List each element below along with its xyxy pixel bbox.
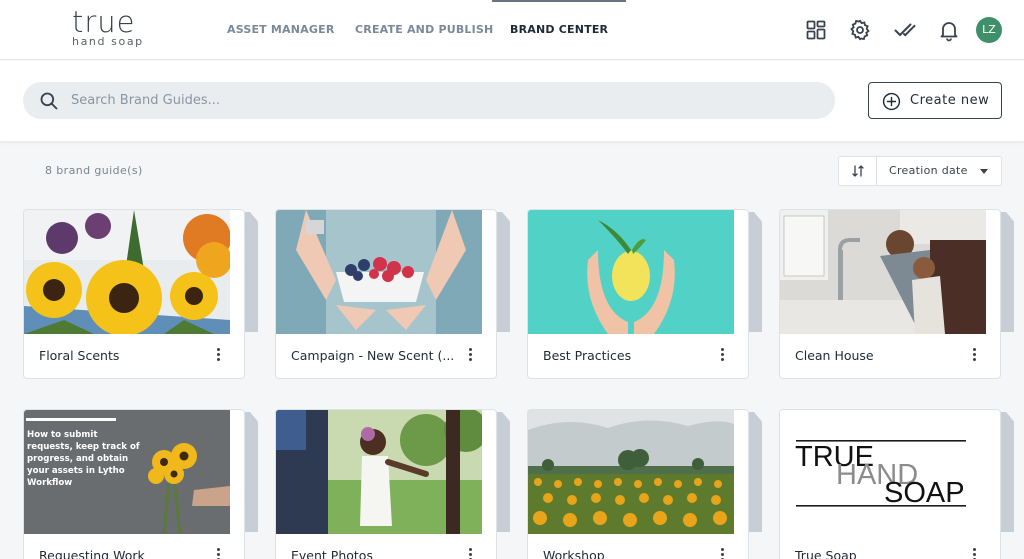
more-options-icon[interactable]: [466, 546, 474, 559]
cover-text-line: Workflow: [27, 478, 72, 488]
cover-text-line: How to submit: [27, 430, 97, 440]
workflow-cover-image: How to submit requests, keep track of pr…: [24, 410, 230, 534]
brand-guide-card[interactable]: Event Photos: [275, 409, 510, 559]
more-options-icon[interactable]: [718, 546, 726, 559]
more-options-icon[interactable]: [718, 346, 726, 366]
cover-text-line: requests, keep track of: [27, 442, 140, 452]
brand-guide-card[interactable]: Workshop: [527, 409, 762, 559]
card-title: Event Photos: [291, 548, 373, 559]
sort-field-select[interactable]: Creation date: [878, 157, 1002, 185]
sort-field-label: Creation date: [889, 164, 968, 177]
berries-bowl-image: [276, 210, 482, 334]
bell-icon[interactable]: [937, 18, 961, 42]
plus-circle-icon: [882, 92, 901, 111]
cover-text-line: your assets in Lytho: [27, 466, 125, 476]
caret-down-icon: [980, 169, 988, 174]
cover-text-line: progress, and obtain: [27, 454, 128, 464]
more-options-icon[interactable]: [970, 346, 978, 366]
more-options-icon[interactable]: [214, 546, 222, 559]
gear-icon[interactable]: [848, 18, 872, 42]
sort-controls: Creation date: [838, 156, 1002, 186]
card-thumbnail: [528, 210, 734, 334]
card-panel: Clean House: [779, 209, 1001, 379]
tab-asset-manager[interactable]: ASSET MANAGER: [227, 0, 335, 60]
card-thumbnail: [528, 410, 734, 534]
wordmark-image: TRUE HAND SOAP: [780, 410, 986, 534]
more-options-icon[interactable]: [466, 346, 474, 366]
card-title: Floral Scents: [39, 348, 120, 363]
lemon-in-hands-image: [528, 210, 734, 334]
double-check-icon[interactable]: [893, 18, 917, 42]
brand-guide-card[interactable]: Best Practices: [527, 209, 762, 379]
card-thumbnail: [276, 410, 482, 534]
create-new-label: Create new: [910, 93, 990, 108]
card-title: Campaign - New Scent (...: [291, 348, 455, 363]
top-navigation-bar: true hand soap ASSET MANAGER CREATE AND …: [0, 0, 1024, 60]
more-options-icon[interactable]: [214, 346, 222, 366]
logo-tagline: hand soap: [72, 35, 144, 48]
brand-logo[interactable]: true hand soap: [72, 6, 152, 48]
card-title: Requesting Work: [39, 548, 145, 559]
user-avatar[interactable]: LZ: [976, 17, 1002, 43]
card-panel: Workshop: [527, 409, 749, 559]
handwashing-kitchen-image: [780, 210, 986, 334]
card-panel: How to submit requests, keep track of pr…: [23, 409, 245, 559]
brand-guide-card[interactable]: Clean House: [779, 209, 1014, 379]
search-icon: [40, 92, 58, 110]
card-thumbnail: [780, 210, 986, 334]
logo-wordmark: true: [72, 5, 136, 39]
search-box[interactable]: [23, 82, 835, 119]
search-toolbar: Create new: [0, 61, 1024, 141]
card-panel: Event Photos: [275, 409, 497, 559]
sort-direction-button[interactable]: [839, 157, 877, 185]
card-panel: Best Practices: [527, 209, 749, 379]
sunflowers-bouquet-image: [24, 210, 230, 334]
card-panel: TRUE HAND SOAP True Soap: [779, 409, 1001, 559]
more-options-icon[interactable]: [970, 546, 978, 559]
card-thumbnail: [24, 210, 230, 334]
brand-guide-card[interactable]: Campaign - New Scent (...: [275, 209, 510, 379]
card-thumbnail: TRUE HAND SOAP: [780, 410, 986, 534]
search-input[interactable]: [71, 82, 811, 119]
sunflower-field-image: [528, 410, 734, 534]
wordmark-line-soap: SOAP: [884, 477, 965, 509]
create-new-button[interactable]: Create new: [868, 82, 1002, 119]
brand-guide-card[interactable]: Floral Scents: [23, 209, 258, 379]
card-title: Workshop: [543, 548, 605, 559]
card-thumbnail: How to submit requests, keep track of pr…: [24, 410, 230, 534]
card-thumbnail: [276, 210, 482, 334]
brand-guide-card[interactable]: TRUE HAND SOAP True Soap: [779, 409, 1014, 559]
tab-brand-center[interactable]: BRAND CENTER: [491, 0, 627, 60]
apps-grid-icon[interactable]: [804, 18, 828, 42]
guide-count: 8 brand guide(s): [45, 164, 143, 177]
brand-guide-card[interactable]: How to submit requests, keep track of pr…: [23, 409, 258, 559]
card-title: Clean House: [795, 348, 874, 363]
card-panel: Campaign - New Scent (...: [275, 209, 497, 379]
card-panel: Floral Scents: [23, 209, 245, 379]
tab-create-and-publish[interactable]: CREATE AND PUBLISH: [355, 0, 493, 60]
card-title: True Soap: [795, 548, 857, 559]
child-walking-image: [276, 410, 482, 534]
card-title: Best Practices: [543, 348, 632, 363]
sort-arrows-icon: [852, 165, 864, 177]
